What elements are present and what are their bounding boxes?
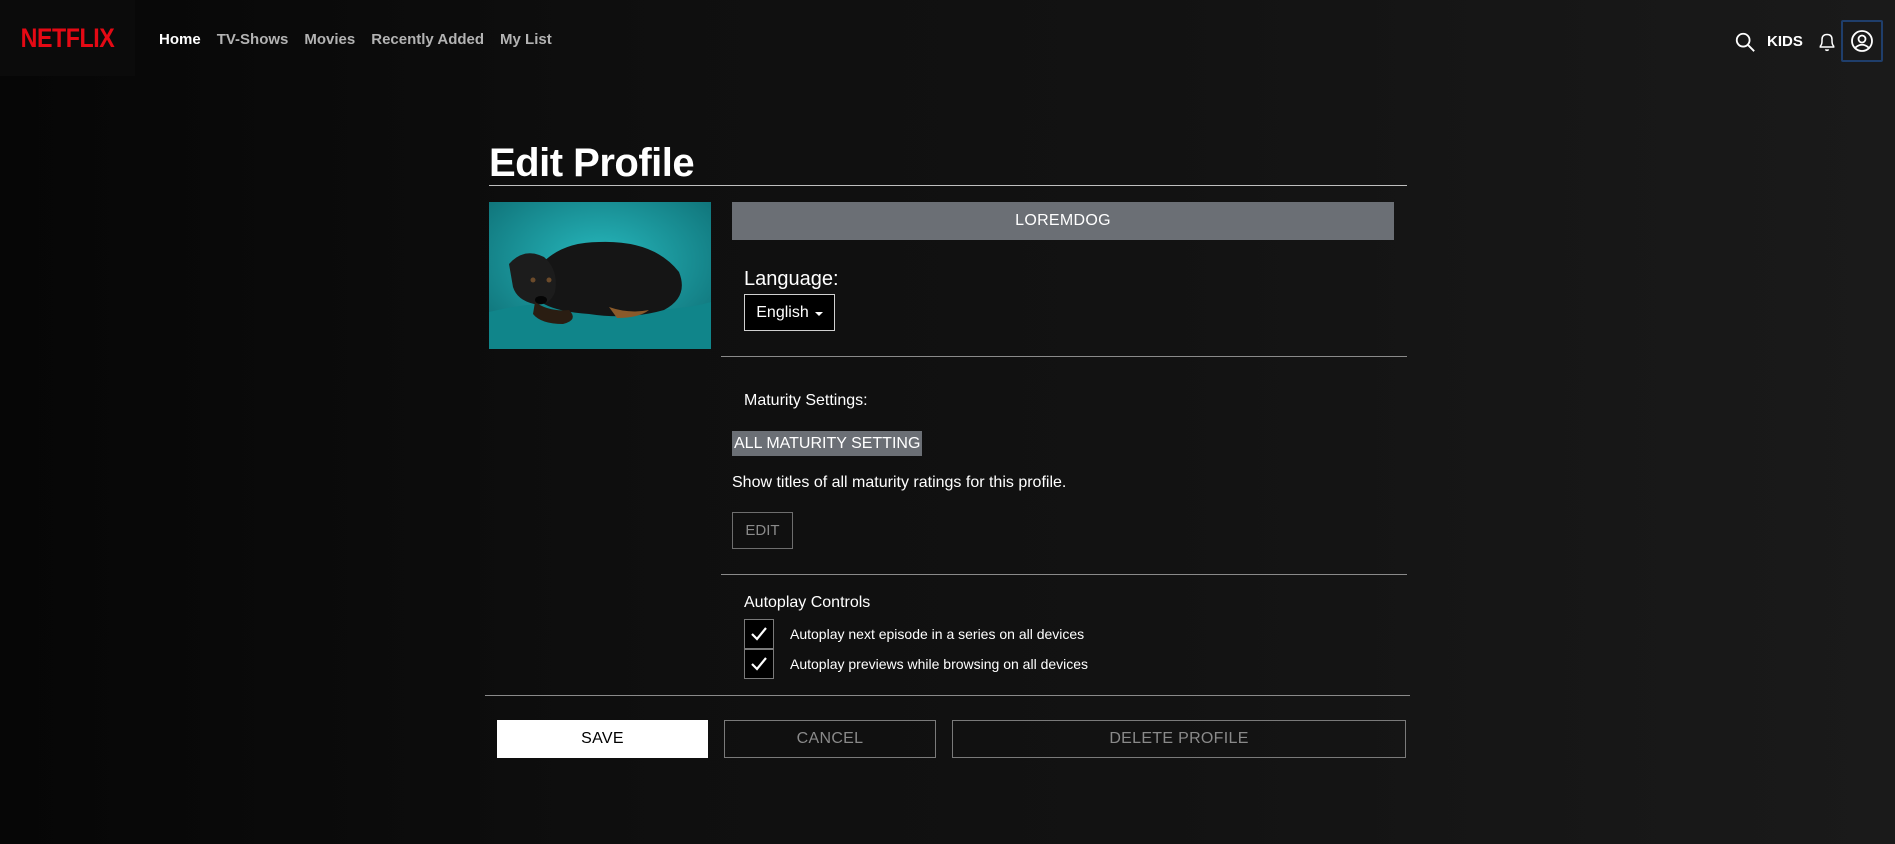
maturity-badge: ALL MATURITY SETTING bbox=[732, 431, 923, 456]
autoplay-next-episode-option: Autoplay next episode in a series on all… bbox=[744, 619, 1084, 649]
nav-item-home[interactable]: Home bbox=[159, 31, 201, 48]
autoplay-next-episode-label: Autoplay next episode in a series on all… bbox=[790, 626, 1085, 642]
logo-text: NETFLIX bbox=[20, 22, 115, 53]
title-divider bbox=[489, 185, 1407, 186]
autoplay-previews-checkbox[interactable] bbox=[744, 649, 774, 679]
profile-name-input[interactable]: LOREMDOG bbox=[732, 202, 1394, 240]
maturity-description: Show titles of all maturity ratings for … bbox=[732, 474, 1067, 491]
netflix-logo[interactable]: NETFLIX bbox=[0, 0, 135, 76]
checkmark-icon bbox=[751, 627, 767, 641]
top-navigation-bar: NETFLIX Home TV-Shows Movies Recently Ad… bbox=[0, 0, 1895, 84]
autoplay-controls-label: Autoplay Controls bbox=[744, 594, 871, 611]
nav-item-my-list[interactable]: My List bbox=[500, 31, 552, 48]
nav-item-movies[interactable]: Movies bbox=[304, 31, 355, 48]
user-avatar-icon bbox=[1851, 30, 1873, 52]
caret-down-icon bbox=[814, 311, 823, 316]
edit-maturity-button[interactable]: EDIT bbox=[732, 512, 793, 549]
nav-item-tv-shows[interactable]: TV-Shows bbox=[217, 31, 289, 48]
checkmark-icon bbox=[751, 657, 767, 671]
dog-photo bbox=[489, 202, 711, 349]
delete-profile-button[interactable]: DELETE PROFILE bbox=[952, 720, 1406, 758]
kids-link[interactable]: KIDS bbox=[1767, 33, 1803, 50]
bell-icon[interactable] bbox=[1815, 30, 1839, 54]
primary-nav: Home TV-Shows Movies Recently Added My L… bbox=[159, 31, 552, 48]
nav-item-recently-added[interactable]: Recently Added bbox=[371, 31, 484, 48]
search-icon[interactable] bbox=[1733, 30, 1757, 54]
section-divider bbox=[721, 356, 1407, 357]
autoplay-next-episode-checkbox[interactable] bbox=[744, 619, 774, 649]
section-divider bbox=[721, 574, 1407, 575]
autoplay-previews-option: Autoplay previews while browsing on all … bbox=[744, 649, 1088, 679]
language-label: Language: bbox=[744, 268, 839, 290]
save-button[interactable]: SAVE bbox=[497, 720, 708, 758]
autoplay-previews-label: Autoplay previews while browsing on all … bbox=[790, 656, 1089, 672]
profile-image[interactable] bbox=[489, 202, 711, 349]
actions-divider bbox=[485, 695, 1410, 696]
maturity-settings-label: Maturity Settings: bbox=[744, 392, 868, 409]
language-selected: English bbox=[756, 303, 809, 321]
page-title: Edit Profile bbox=[489, 141, 695, 185]
profile-avatar-button[interactable] bbox=[1841, 20, 1883, 62]
language-dropdown[interactable]: English bbox=[744, 294, 835, 331]
cancel-button[interactable]: CANCEL bbox=[724, 720, 936, 758]
